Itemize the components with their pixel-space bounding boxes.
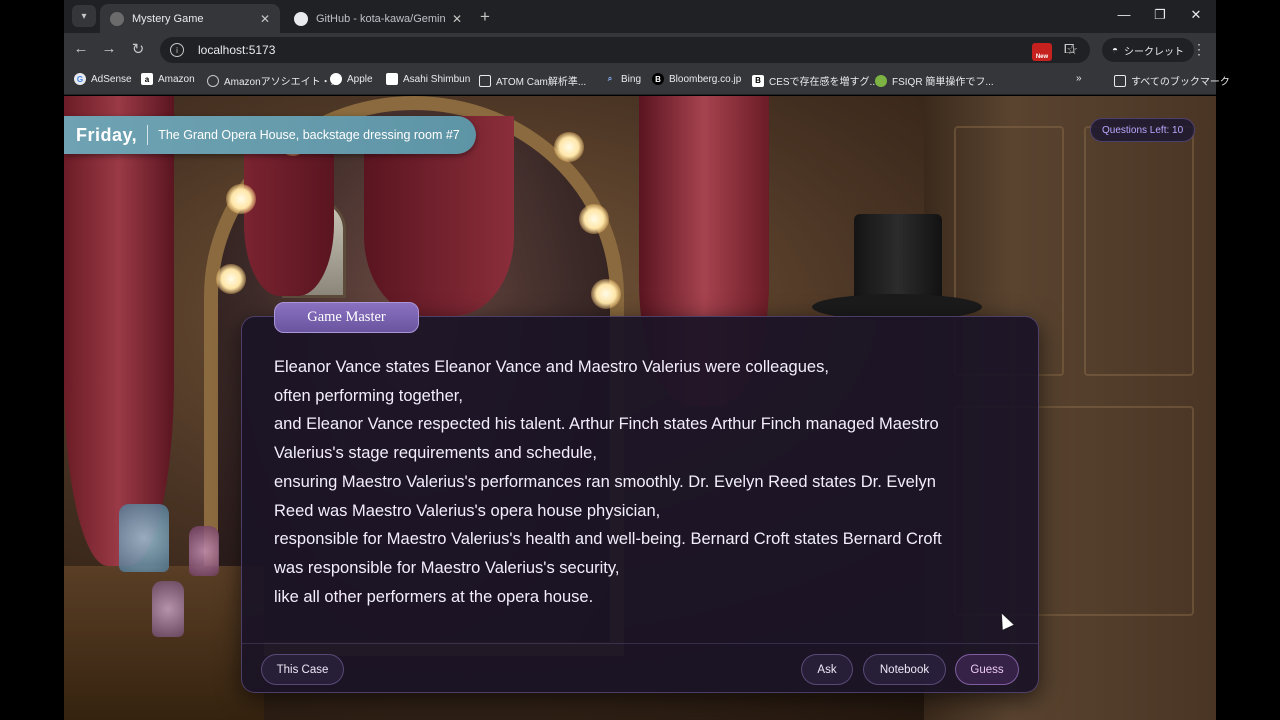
site-info-icon[interactable]: i bbox=[170, 43, 184, 57]
back-icon[interactable]: ← bbox=[70, 40, 92, 57]
notebook-button[interactable]: Notebook bbox=[863, 654, 946, 685]
tab-close-icon[interactable]: ✕ bbox=[260, 12, 270, 26]
tab-github[interactable]: GitHub - kota-kawa/Gemini3-H ✕ bbox=[284, 4, 472, 33]
day-label: Friday, bbox=[76, 124, 138, 145]
this-case-button[interactable]: This Case bbox=[261, 654, 344, 685]
mirror-bulb bbox=[554, 132, 584, 162]
dialog-line: Eleanor Vance states Eleanor Vance and M… bbox=[274, 358, 829, 376]
bookmark-label: ATOM Cam解析準... bbox=[496, 77, 587, 88]
perfume-bottle bbox=[119, 504, 169, 572]
apple-icon bbox=[330, 73, 342, 85]
mystery-game-favicon-icon bbox=[110, 11, 124, 26]
reload-icon[interactable]: ↻ bbox=[127, 40, 149, 58]
top-hat bbox=[854, 214, 942, 304]
tab-search-button[interactable]: ▾ bbox=[72, 5, 96, 27]
bookmark-bing[interactable]: ⌕ Bing bbox=[604, 73, 641, 85]
guess-button[interactable]: Guess bbox=[955, 654, 1019, 685]
wall-panel bbox=[1084, 126, 1194, 376]
atom-icon bbox=[479, 74, 491, 87]
bookmark-fsiqr[interactable]: FSIQR 簡単操作でフ... bbox=[875, 73, 994, 88]
bookmark-adsense[interactable]: G AdSense bbox=[74, 73, 132, 85]
mirror-bulb bbox=[579, 204, 609, 234]
bookmark-ces[interactable]: B CESで存在感を増すグ... bbox=[752, 73, 878, 88]
bi-icon: B bbox=[752, 74, 764, 87]
window-close-icon[interactable]: ✕ bbox=[1178, 7, 1214, 23]
folder-icon bbox=[1114, 74, 1126, 87]
ask-button[interactable]: Ask bbox=[801, 654, 853, 685]
left-curtain bbox=[64, 96, 174, 566]
bookmark-label: Bing bbox=[621, 73, 642, 85]
extensions-icon[interactable]: ⧠ bbox=[1064, 41, 1074, 57]
google-icon: G bbox=[74, 73, 86, 85]
perfume-bottle bbox=[189, 526, 219, 576]
banner-divider bbox=[147, 125, 149, 145]
bookmark-label: Amazon bbox=[158, 73, 195, 85]
incognito-icon: ◓ bbox=[1112, 44, 1119, 56]
dialog-text: Eleanor Vance states Eleanor Vance and M… bbox=[274, 353, 1014, 611]
browser-tab-strip: ▾ Mystery Game ✕ GitHub - kota-kawa/Gemi… bbox=[64, 0, 1216, 33]
bloomberg-icon: B bbox=[652, 73, 664, 85]
bookmark-label: FSIQR 簡単操作でフ... bbox=[892, 77, 994, 88]
browser-toolbar: ← → ↻ i localhost:5173 ⧉ ☆ New ⧠ ◓ シークレッ… bbox=[64, 33, 1216, 67]
tab-title: Mystery Game bbox=[132, 12, 204, 25]
dialog-line: Reed was Maestro Valerius's opera house … bbox=[274, 501, 661, 520]
bookmark-label: AdSense bbox=[91, 73, 132, 85]
amazon-icon: a bbox=[141, 73, 153, 85]
dialog-line: was responsible for Maestro Valerius's s… bbox=[274, 558, 620, 577]
bookmark-amazon[interactable]: a Amazon bbox=[141, 73, 195, 85]
github-icon bbox=[294, 11, 308, 26]
speaker-tag: Game Master bbox=[274, 302, 419, 333]
globe-icon bbox=[207, 74, 219, 87]
minimize-icon[interactable]: — bbox=[1106, 7, 1142, 22]
asahi-icon bbox=[386, 73, 398, 85]
search-icon: ⌕ bbox=[607, 74, 613, 83]
bookmark-bloomberg[interactable]: B Bloomberg.co.jp bbox=[652, 73, 741, 85]
dialog-line: ensuring Maestro Valerius's performances… bbox=[274, 472, 936, 491]
browser-menu-icon[interactable]: ⋮ bbox=[1192, 41, 1206, 58]
tab-title: GitHub - kota-kawa/Gemini3-H bbox=[316, 12, 446, 25]
all-bookmarks-folder[interactable]: すべてのブックマーク bbox=[1114, 73, 1230, 88]
extension-new-badge[interactable]: New bbox=[1032, 43, 1052, 61]
dialog-line: and Eleanor Vance respected his talent. … bbox=[274, 415, 939, 434]
day-location-banner: Friday, The Grand Opera House, backstage… bbox=[64, 116, 476, 154]
mirror-bulb bbox=[591, 279, 621, 309]
location-label: The Grand Opera House, backstage dressin… bbox=[158, 128, 460, 142]
restore-icon[interactable]: ❐ bbox=[1142, 7, 1178, 23]
perfume-bottle bbox=[152, 581, 184, 637]
incognito-indicator[interactable]: ◓ シークレット bbox=[1102, 38, 1195, 62]
bookmark-label: Amazonアソシエイト・... bbox=[224, 77, 340, 88]
mirror-bulb bbox=[226, 184, 256, 214]
bookmark-apple[interactable]: Apple bbox=[330, 73, 373, 85]
bookmark-label: Asahi Shimbun bbox=[403, 73, 471, 85]
more-bookmarks-chevron-icon[interactable]: » bbox=[1076, 73, 1082, 84]
dialog-line: like all other performers at the opera h… bbox=[274, 587, 594, 606]
dialog-line: responsible for Maestro Valerius's healt… bbox=[274, 530, 942, 549]
bookmark-label: CESで存在感を増すグ... bbox=[769, 77, 878, 88]
address-bar[interactable]: i localhost:5173 ⧉ ☆ bbox=[160, 37, 1090, 63]
tab-mystery-game[interactable]: Mystery Game ✕ bbox=[100, 4, 280, 33]
bookmark-label: Apple bbox=[347, 73, 373, 85]
bookmark-label: すべてのブックマーク bbox=[1131, 77, 1230, 88]
mirror-bulb bbox=[216, 264, 246, 294]
dialog-divider bbox=[242, 643, 1038, 644]
new-tab-icon[interactable]: + bbox=[480, 7, 490, 27]
dialog-line: often performing together, bbox=[274, 386, 463, 405]
fsiqr-icon bbox=[875, 74, 887, 87]
url-text: localhost:5173 bbox=[198, 43, 276, 57]
bookmark-label: Bloomberg.co.jp bbox=[669, 73, 742, 85]
incognito-label: シークレット bbox=[1124, 46, 1185, 58]
questions-left-badge: Questions Left: 10 bbox=[1090, 118, 1196, 142]
bookmark-amazon-associate[interactable]: Amazonアソシエイト・... bbox=[207, 73, 339, 88]
bookmark-asahi[interactable]: Asahi Shimbun bbox=[386, 73, 470, 85]
bookmarks-bar: G AdSense a Amazon Amazonアソシエイト・... Apple … bbox=[64, 67, 1230, 95]
forward-icon[interactable]: → bbox=[98, 40, 120, 57]
tab-close-icon[interactable]: ✕ bbox=[452, 12, 462, 26]
dialog-line: Valerius's stage requirements and schedu… bbox=[274, 444, 597, 463]
bookmark-atom-cam[interactable]: ATOM Cam解析準... bbox=[479, 73, 586, 88]
